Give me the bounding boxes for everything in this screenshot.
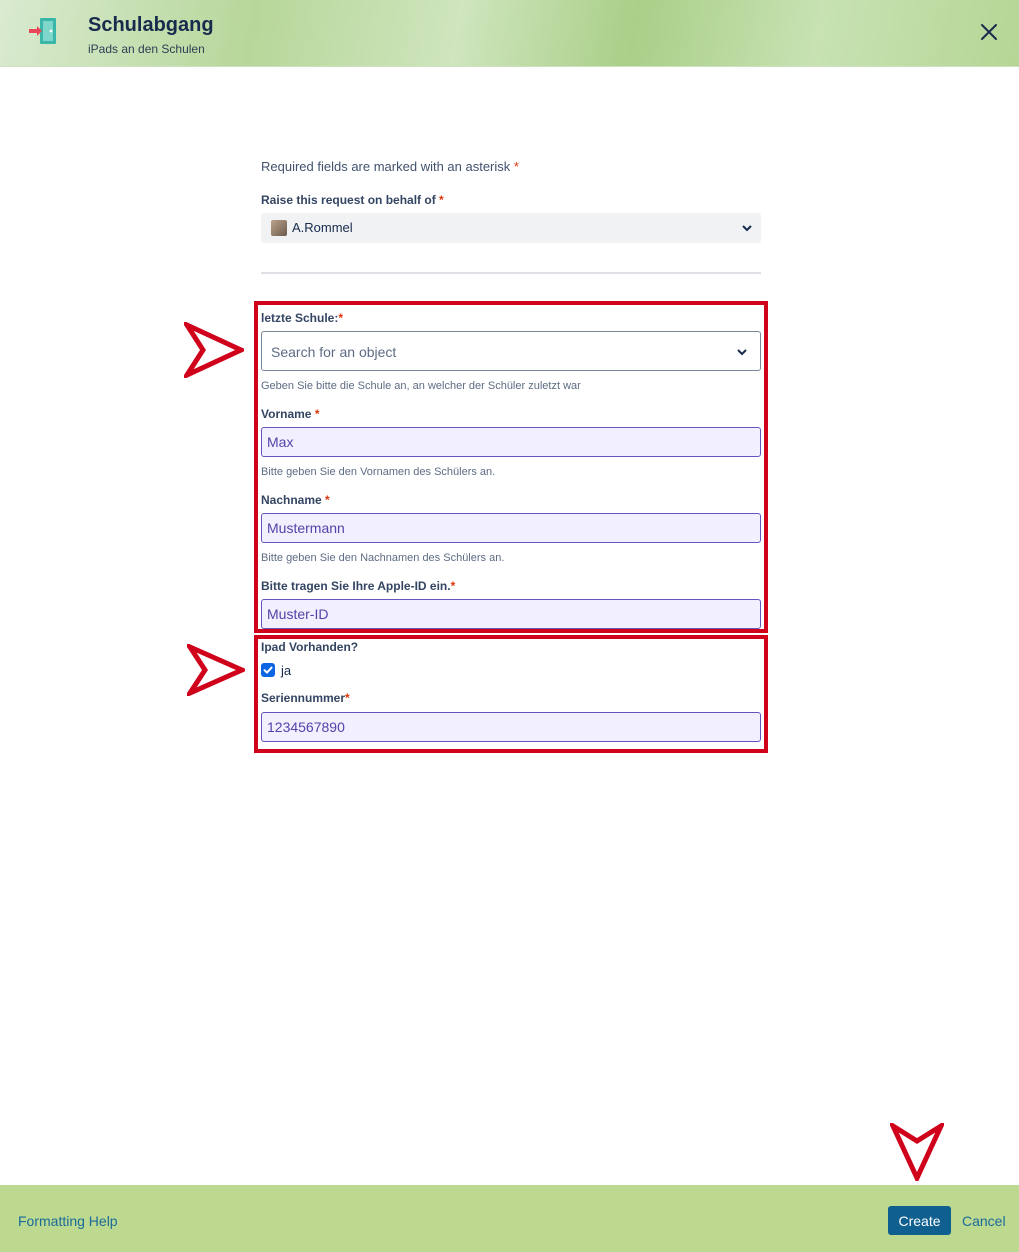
behalf-value: A.Rommel [292,220,353,235]
chevron-down-icon [742,225,752,232]
divider [261,272,761,274]
required-fields-note: Required fields are marked with an aster… [261,159,519,174]
behalf-label: Raise this request on behalf of * [261,193,444,207]
dialog-title: Schulabgang [88,14,214,36]
behalf-select[interactable]: A.Rommel [261,213,761,243]
highlight-box-ipad-fields [254,635,768,753]
formatting-help-link[interactable]: Formatting Help [18,1213,118,1229]
create-button[interactable]: Create [888,1206,951,1235]
avatar [271,220,287,236]
dialog-subtitle: iPads an den Schulen [88,42,205,56]
arrow-pointer-icon [184,322,244,378]
dialog-footer: Formatting Help Create Cancel [0,1185,1019,1252]
cancel-link[interactable]: Cancel [962,1213,1006,1229]
required-asterisk: * [513,159,519,174]
arrow-pointer-icon [187,644,245,696]
dialog-header: Schulabgang iPads an den Schulen [0,0,1019,67]
highlight-box-student-fields [254,301,768,633]
arrow-pointer-icon [890,1123,944,1181]
door-exit-icon [29,18,56,44]
close-icon[interactable] [977,20,1001,44]
